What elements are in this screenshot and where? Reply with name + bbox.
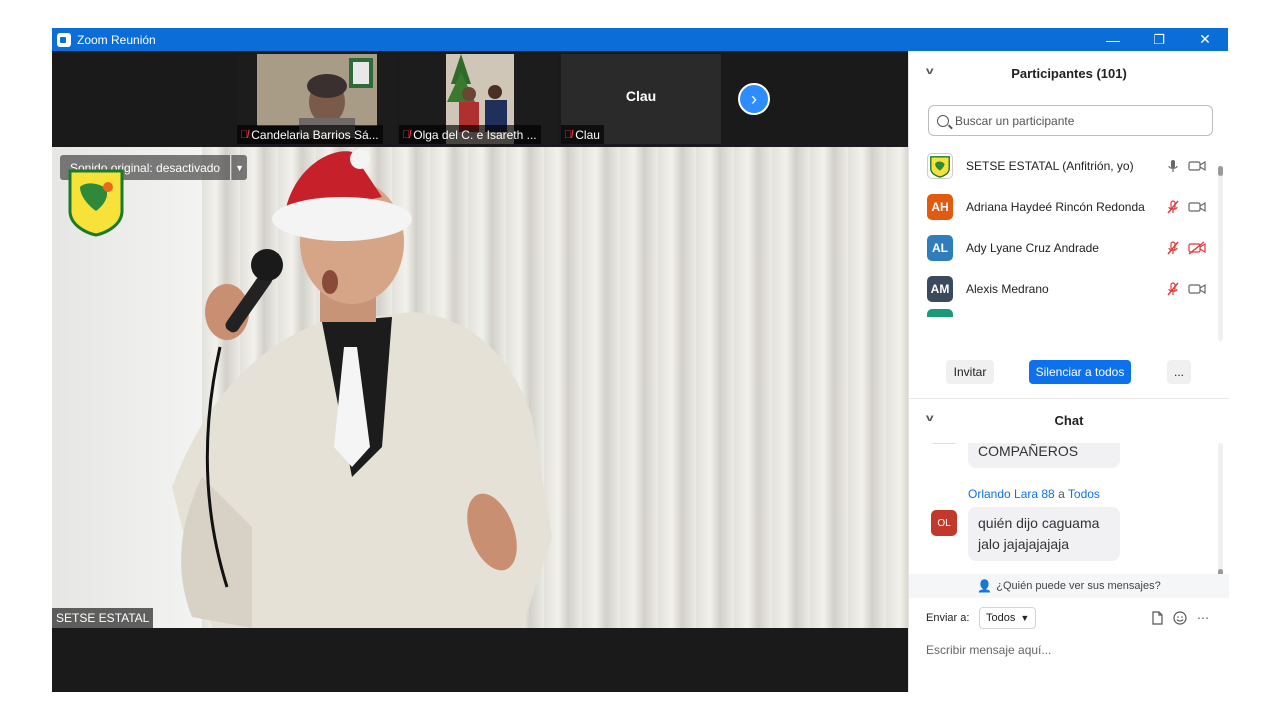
participant-row[interactable]: AM Alexis Medrano: [909, 268, 1219, 309]
chevron-down-icon: ▼: [1020, 613, 1030, 623]
chevron-down-icon[interactable]: ▼: [231, 155, 248, 180]
mic-muted-icon: 🎙̸: [564, 128, 573, 141]
participant-search-input[interactable]: [955, 113, 1195, 128]
who-can-see-messages[interactable]: 👤 ¿Quién puede ver sus mensajes?: [909, 574, 1229, 598]
mic-muted-icon[interactable]: [1165, 199, 1181, 215]
participant-thumbnail[interactable]: Clau 🎙̸ Clau: [561, 54, 721, 144]
chat-scrollbar[interactable]: [1218, 443, 1223, 577]
camera-on-icon[interactable]: [1188, 159, 1206, 173]
participant-list: SETSE ESTATAL (Anfitrión, yo) AH Adriana…: [909, 145, 1229, 317]
participant-thumbnail[interactable]: 🎙̸ Olga del C. e Isareth ...: [399, 54, 559, 144]
thumbnail-strip: 🎙̸ Candelaria Barrios Sá... 🎙̸ Olga del …: [52, 51, 908, 147]
participant-row[interactable]: AH Adriana Haydeé Rincón Redonda: [909, 186, 1219, 227]
zoom-app-icon: [57, 32, 71, 47]
participant-name-tag: 🎙̸ Olga del C. e Isareth ...: [399, 125, 541, 144]
participant-name: Adriana Haydeé Rincón Redonda: [966, 199, 1145, 214]
mic-on-icon[interactable]: [1165, 158, 1181, 174]
avatar: AL: [927, 234, 953, 261]
chat-message-line: jalo jajajajajaja: [978, 536, 1070, 552]
chevron-down-icon[interactable]: v: [926, 66, 934, 77]
chat-divider: [933, 443, 955, 444]
chat-message-list: COMPAÑEROS Orlando Lara 88 a Todos OL qu…: [909, 443, 1219, 571]
participant-name: SETSE ESTATAL (Anfitrión, yo): [966, 158, 1134, 173]
setse-logo: [68, 169, 124, 237]
participant-name: Candelaria Barrios Sá...: [251, 127, 379, 142]
participant-row[interactable]: SETSE ESTATAL (Anfitrión, yo): [909, 145, 1219, 186]
participant-name: Ady Lyane Cruz Andrade: [966, 240, 1099, 255]
restore-button[interactable]: ❐: [1136, 28, 1182, 51]
who-can-see-label: ¿Quién puede ver sus mensajes?: [996, 580, 1161, 592]
chevron-down-icon[interactable]: v: [926, 413, 934, 424]
participant-scrollbar[interactable]: [1218, 166, 1223, 341]
send-to-label: Enviar a:: [926, 612, 970, 624]
mic-muted-icon[interactable]: [1165, 281, 1181, 297]
scrollbar-thumb[interactable]: [1218, 166, 1223, 176]
participants-title: Participantes (101): [1011, 65, 1127, 81]
minimize-button[interactable]: —: [1090, 28, 1136, 51]
chat-message: quién dijo caguama jalo jajajajajaja: [968, 507, 1120, 561]
chat-title: Chat: [1054, 412, 1084, 428]
zoom-window: Zoom Reunión — ❐ ✕ 🎙̸ Candelaria Barrios…: [52, 28, 1229, 692]
participants-header: v Participantes (101): [909, 51, 1229, 95]
chat-avatar: OL: [931, 510, 957, 536]
speaker-video-image: [172, 149, 552, 628]
chat-connector: a: [1058, 487, 1065, 501]
video-area: 🎙̸ Candelaria Barrios Sá... 🎙̸ Olga del …: [52, 51, 908, 692]
chat-sender-line: Orlando Lara 88 a Todos: [968, 487, 1100, 501]
participant-name: Olga del C. e Isareth ...: [413, 127, 537, 142]
search-icon: [937, 114, 949, 127]
chat-header: v Chat: [909, 398, 1229, 442]
avatar: [927, 309, 953, 317]
speaker-name-tag: SETSE ESTATAL: [52, 608, 154, 628]
file-icon[interactable]: [1149, 610, 1165, 626]
invite-button[interactable]: Invitar: [946, 360, 994, 384]
chat-message: COMPAÑEROS: [968, 443, 1120, 468]
participant-name: Clau: [575, 127, 600, 142]
recipient-value: Todos: [986, 612, 1016, 624]
participant-name: Alexis Medrano: [966, 281, 1049, 296]
setse-avatar: [927, 152, 953, 179]
camera-off-icon[interactable]: [1188, 240, 1206, 255]
participant-search[interactable]: [928, 105, 1213, 136]
more-options-button[interactable]: ...: [1167, 360, 1191, 384]
avatar: AH: [927, 193, 953, 220]
side-panel: v Participantes (101) SETSE ESTATAL (Anf…: [908, 51, 1229, 692]
mic-muted-icon[interactable]: [1165, 240, 1181, 256]
mic-muted-icon: 🎙̸: [240, 128, 249, 141]
chat-recipient[interactable]: Todos: [1068, 487, 1100, 501]
next-thumbnails-button[interactable]: ›: [738, 83, 770, 115]
participant-row[interactable]: AL Ady Lyane Cruz Andrade: [909, 227, 1219, 268]
participant-display-name: Clau: [625, 88, 657, 104]
more-icon[interactable]: ⋯: [1195, 610, 1211, 626]
close-button[interactable]: ✕: [1182, 28, 1228, 51]
participant-name-tag: 🎙̸ Candelaria Barrios Sá...: [237, 125, 383, 144]
avatar: AM: [927, 275, 953, 302]
mic-muted-icon: 🎙̸: [402, 128, 411, 141]
camera-on-icon[interactable]: [1188, 200, 1206, 214]
active-speaker-video: Sonido original: desactivado ▼ SETSE EST…: [52, 147, 908, 628]
chat-sender[interactable]: Orlando Lara 88: [968, 487, 1055, 501]
recipient-select[interactable]: Todos ▼: [979, 607, 1037, 629]
chat-message-input[interactable]: [926, 639, 1216, 661]
window-title: Zoom Reunión: [77, 32, 156, 47]
chevron-right-icon: ›: [751, 88, 757, 109]
participant-name-tag: 🎙̸ Clau: [561, 125, 604, 144]
participant-thumbnail[interactable]: 🎙̸ Candelaria Barrios Sá...: [237, 54, 397, 144]
camera-on-icon[interactable]: [1188, 282, 1206, 296]
chat-message-line: quién dijo caguama: [978, 515, 1100, 531]
emoji-icon[interactable]: [1172, 610, 1188, 626]
people-icon: 👤: [977, 579, 993, 593]
title-bar: Zoom Reunión — ❐ ✕: [52, 28, 1228, 51]
mute-all-button[interactable]: Silenciar a todos: [1029, 360, 1131, 384]
participant-row[interactable]: [909, 309, 1219, 317]
